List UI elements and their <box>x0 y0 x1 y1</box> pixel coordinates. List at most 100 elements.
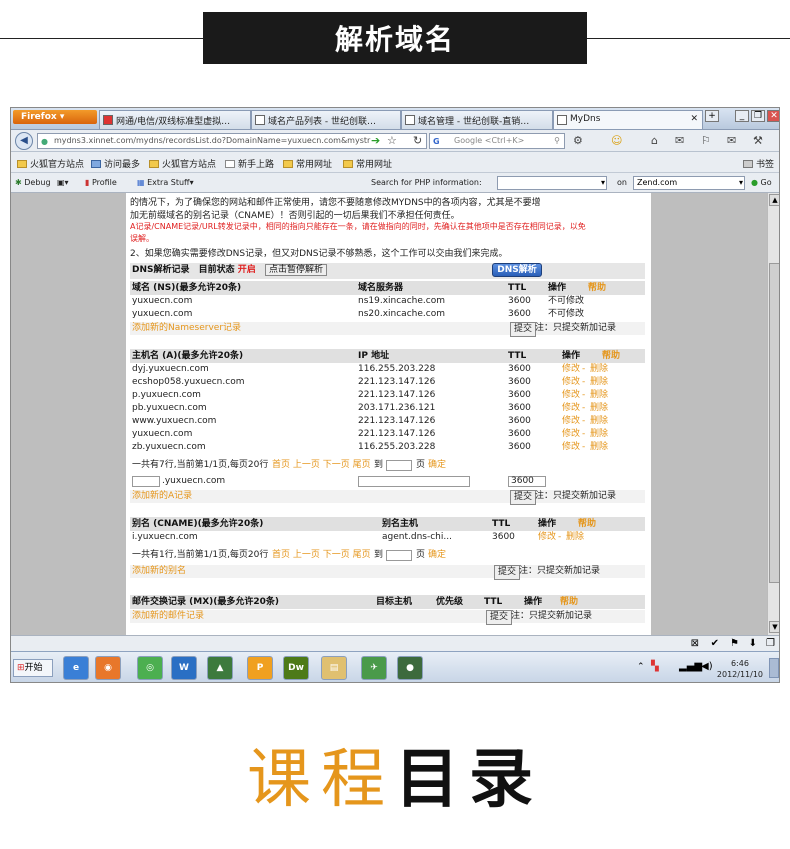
dns-resolve-button[interactable]: DNS解析 <box>492 263 542 277</box>
a-edit-link[interactable]: 修改 <box>562 376 580 389</box>
restore-icon[interactable]: ❐ <box>751 110 765 122</box>
go-button[interactable]: ● Go <box>751 178 772 187</box>
star-icon[interactable]: ☆ <box>387 134 397 147</box>
new-host-input[interactable] <box>132 476 160 487</box>
new-ip-input[interactable] <box>358 476 470 487</box>
powerpoint-icon[interactable]: P <box>247 656 273 680</box>
cname-edit-link[interactable]: 修改 <box>538 531 556 544</box>
a-edit-link[interactable]: 修改 <box>562 415 580 428</box>
new-ttl-input[interactable]: 3600 <box>508 476 546 487</box>
window-icon[interactable]: ❐ <box>766 638 775 649</box>
profile-menu[interactable]: ▮ Profile <box>85 178 117 187</box>
tray-volume-icon[interactable]: ◀) <box>701 661 713 672</box>
cname-submit-button[interactable]: 提交 <box>494 565 521 580</box>
magnifier-icon[interactable]: ⚲ <box>554 134 560 148</box>
add-a-record-link[interactable]: 添加新的A记录 <box>132 490 192 503</box>
scrollbar-thumb[interactable] <box>769 263 779 583</box>
go-arrow-icon[interactable]: ➔ <box>371 134 380 147</box>
cname-help-link[interactable]: 帮助 <box>578 517 596 531</box>
dreamweaver-icon[interactable]: Dw <box>283 656 309 680</box>
pagination-links[interactable]: 首页 上一页 下一页 尾页 <box>272 549 371 562</box>
tab-mydns[interactable]: MyDns ✕ <box>553 110 703 129</box>
explorer-icon[interactable]: ▤ <box>321 656 347 680</box>
scroll-up-icon[interactable]: ▲ <box>769 194 779 206</box>
minimize-icon[interactable]: _ <box>735 110 749 122</box>
ns-submit-button[interactable]: 提交 <box>510 322 537 337</box>
firefox-menu-button[interactable]: Firefox ▾ <box>13 110 97 124</box>
pin-icon[interactable]: ⚐ <box>701 134 711 147</box>
pagination-links[interactable]: 首页 上一页 下一页 尾页 <box>272 459 371 472</box>
tray-expand-icon[interactable]: ⌃ <box>637 662 645 672</box>
tab-close-icon[interactable]: ✕ <box>690 114 698 124</box>
debug-menu[interactable]: ✱ Debug <box>15 178 51 187</box>
a-edit-link[interactable]: 修改 <box>562 363 580 376</box>
show-desktop-button[interactable] <box>769 658 779 678</box>
reload-icon[interactable]: ↻ <box>413 134 422 147</box>
tab-hosting[interactable]: 网通/电信/双线标准型虚拟… <box>99 110 251 129</box>
a-edit-link[interactable]: 修改 <box>562 402 580 415</box>
add-ns-link[interactable]: 添加新的Nameserver记录 <box>132 322 241 335</box>
vertical-scrollbar[interactable]: ▲ ▼ <box>767 193 779 635</box>
screen-icon[interactable]: ▣▾ <box>57 178 69 187</box>
smiley-icon[interactable]: ☺ <box>611 134 622 147</box>
firefox-icon[interactable]: ◉ <box>95 656 121 680</box>
a-delete-link[interactable]: 删除 <box>590 415 608 428</box>
scroll-down-icon[interactable]: ▼ <box>769 621 779 633</box>
zend-site-select[interactable]: Zend.com ▾ <box>633 176 745 190</box>
goto-confirm-link[interactable]: 确定 <box>428 459 446 472</box>
system-clock[interactable]: 6:46 2012/11/10 <box>717 658 763 680</box>
a-edit-link[interactable]: 修改 <box>562 441 580 454</box>
ns-help-link[interactable]: 帮助 <box>588 281 606 295</box>
flag-icon[interactable]: ⚑ <box>730 638 739 649</box>
bookmark-item[interactable]: 访问最多 <box>91 157 140 170</box>
a-delete-link[interactable]: 删除 <box>590 376 608 389</box>
add-cname-link[interactable]: 添加新的别名 <box>132 565 186 578</box>
media-icon[interactable]: ● <box>397 656 423 680</box>
chrome-icon[interactable]: ◎ <box>137 656 163 680</box>
app-icon[interactable]: ▲ <box>207 656 233 680</box>
a-delete-link[interactable]: 删除 <box>590 441 608 454</box>
bookmark-item[interactable]: 常用网址 <box>283 157 332 170</box>
a-delete-link[interactable]: 删除 <box>590 402 608 415</box>
a-edit-link[interactable]: 修改 <box>562 428 580 441</box>
a-delete-link[interactable]: 删除 <box>590 389 608 402</box>
mail-icon[interactable]: ✉ <box>675 134 684 147</box>
addon-icon[interactable]: ⚙ <box>573 134 583 147</box>
page-number-input[interactable] <box>386 460 412 471</box>
a-help-link[interactable]: 帮助 <box>602 349 620 363</box>
ie-icon[interactable]: e <box>63 656 89 680</box>
check-icon[interactable]: ✔ <box>711 638 719 649</box>
close-window-icon[interactable]: ✕ <box>767 110 779 122</box>
status-icon[interactable]: ⊠ <box>691 638 699 649</box>
php-search-input[interactable]: ▾ <box>497 176 607 190</box>
a-edit-link[interactable]: 修改 <box>562 389 580 402</box>
bookmark-item[interactable]: 新手上路 <box>225 157 274 170</box>
add-mx-link[interactable]: 添加新的邮件记录 <box>132 610 204 623</box>
a-delete-link[interactable]: 删除 <box>590 428 608 441</box>
extra-stuff-menu[interactable]: ▦ Extra Stuff▾ <box>137 178 194 187</box>
tab-domain-list[interactable]: 域名产品列表 - 世纪创联… <box>251 110 401 129</box>
download-icon[interactable]: ⬇ <box>749 638 757 649</box>
cname-delete-link[interactable]: 删除 <box>566 531 584 544</box>
mx-submit-button[interactable]: 提交 <box>486 610 513 625</box>
back-arrow-icon[interactable]: ◀ <box>15 132 33 150</box>
page-number-input[interactable] <box>386 550 412 561</box>
goto-confirm-link[interactable]: 确定 <box>428 549 446 562</box>
ftp-icon[interactable]: ✈ <box>361 656 387 680</box>
bookmarks-menu[interactable]: 书签 <box>743 157 774 170</box>
bookmark-item[interactable]: 火狐官方站点 <box>149 157 216 170</box>
new-tab-button[interactable]: + <box>705 110 719 122</box>
search-field[interactable]: G Google <Ctrl+K> ⚲ <box>429 133 565 149</box>
tray-network-icon[interactable]: ▚ <box>651 661 659 672</box>
message-icon[interactable]: ✉ <box>727 134 736 147</box>
tab-domain-manage[interactable]: 域名管理 - 世纪创联-直销… <box>401 110 553 129</box>
a-submit-button[interactable]: 提交 <box>510 490 537 505</box>
bookmark-item[interactable]: 火狐官方站点 <box>17 157 84 170</box>
mx-help-link[interactable]: 帮助 <box>560 595 578 609</box>
bookmark-item[interactable]: 常用网址 <box>343 157 392 170</box>
tray-signal-icon[interactable]: ▂▄▆ <box>679 661 702 672</box>
address-bar[interactable]: ● mydns3.xinnet.com/mydns/recordsList.do… <box>37 133 427 149</box>
start-button[interactable]: ⊞开始 <box>13 659 53 677</box>
home-icon[interactable]: ⌂ <box>651 134 658 147</box>
word-icon[interactable]: W <box>171 656 197 680</box>
